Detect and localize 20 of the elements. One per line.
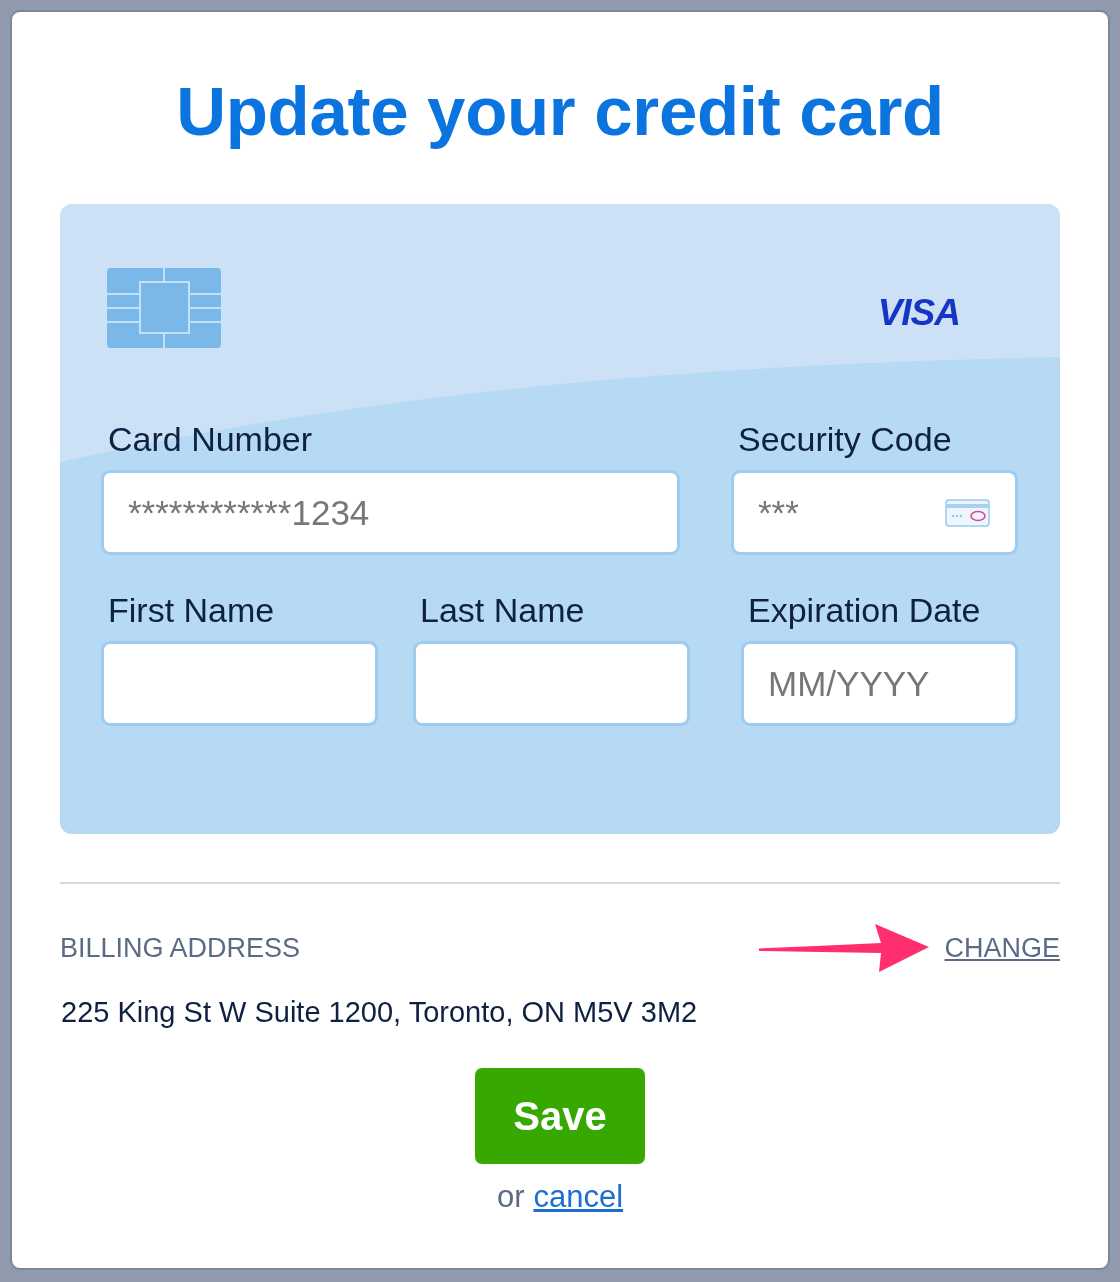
change-link[interactable]: CHANGE <box>944 932 1060 964</box>
card-icon <box>945 499 990 527</box>
field-label: Card Number <box>107 419 314 459</box>
input-field[interactable]: ************1234 <box>101 470 680 555</box>
chip-icon <box>107 268 221 348</box>
field-label: Security Code <box>737 419 953 459</box>
section-label: BILLING ADDRESS <box>60 932 301 964</box>
input-field[interactable] <box>101 641 378 726</box>
dialog-title: Update your credit card <box>175 72 945 152</box>
cancel-link[interactable]: cancel <box>533 1178 624 1216</box>
field-label: Last Name <box>419 590 586 630</box>
field-label: Expiration Date <box>747 590 982 630</box>
address-text: 225 King St W Suite 1200, Toronto, ON M5V 3M2 <box>61 995 699 1030</box>
card-brand-logo: VISA <box>877 293 960 333</box>
or-text: or <box>496 1178 525 1216</box>
field-label: First Name <box>107 590 276 630</box>
input-field[interactable]: MM/YYYY <box>741 641 1018 726</box>
input-field[interactable]: *** <box>731 470 1018 555</box>
save-button[interactable]: Save <box>475 1068 645 1164</box>
input-field[interactable] <box>413 641 690 726</box>
